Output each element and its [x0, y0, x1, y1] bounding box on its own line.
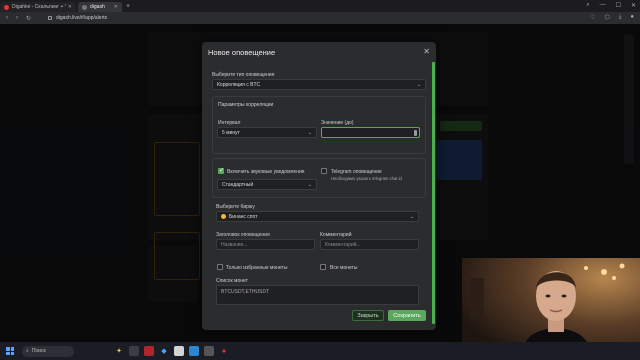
app-icon[interactable] — [204, 346, 214, 356]
toolbar-icons: ♡ ⬡ ⤓ ● — [590, 14, 634, 21]
telegram-note: Необходимо указать telegram chat id — [331, 176, 402, 181]
interval-label: Интервал — [218, 120, 241, 126]
search-icon: ⌕ — [26, 348, 29, 354]
address-bar: ‹ › ↻ digash.live/#/app/alerts ♡ ⬡ ⤓ ● — [0, 12, 640, 24]
value-label: Значение (до) — [321, 120, 354, 126]
minimize-icon[interactable]: — — [600, 2, 606, 9]
back-icon[interactable]: ‹ — [6, 15, 16, 21]
comment-input[interactable]: Комментарий... — [320, 239, 419, 250]
coin-list-value: BTCUSDT,ETHUSDT — [221, 289, 270, 295]
lock-icon — [48, 16, 52, 20]
correlation-heading: Параметры корреляции — [218, 102, 274, 108]
profile-icon[interactable]: ● — [630, 14, 634, 21]
taskbar: ⌕ Поиск ✦ ◆ ● — [0, 342, 640, 360]
alert-title-placeholder: Название... — [221, 241, 248, 248]
modal-scrollbar[interactable] — [432, 62, 435, 324]
copilot-icon[interactable]: ✦ — [114, 346, 124, 356]
download-icon[interactable]: ⤓ — [619, 14, 622, 21]
alert-type-select[interactable]: Корреляция с BTC ⌄ — [212, 79, 426, 90]
alert-type-value: Корреляция с BTC — [217, 81, 261, 88]
windows-start-icon[interactable] — [6, 347, 14, 355]
window-controls: ⌕ — ☐ ✕ — [586, 2, 636, 9]
sound-select-value: Стандартный — [222, 181, 254, 188]
exchange-label: Выберите биржу — [216, 204, 255, 210]
maximize-icon[interactable]: ☐ — [616, 2, 621, 9]
telegram-icon[interactable] — [189, 346, 199, 356]
alert-title-label: Заголовок оповещения — [216, 232, 270, 238]
opera-icon — [4, 4, 9, 10]
search-tabs-icon[interactable]: ⌕ — [586, 2, 589, 9]
notification-section: Включить звуковые уведомления Стандартны… — [212, 158, 426, 198]
extensions-icon[interactable]: ⬡ — [604, 14, 609, 21]
telegram-checkbox[interactable] — [321, 168, 327, 174]
browser-tab-0[interactable]: Digahke - Скальпинг + Y ✕ — [0, 2, 76, 12]
forward-icon[interactable]: › — [16, 15, 26, 21]
correlation-params-section: Параметры корреляции Интервал 5 минут ⌄ … — [212, 96, 426, 154]
opera-taskbar-icon[interactable] — [144, 346, 154, 356]
bookmark-icon[interactable]: ♡ — [590, 14, 595, 21]
taskbar-search[interactable]: ⌕ Поиск — [22, 345, 74, 357]
close-icon[interactable]: ✕ — [423, 47, 430, 56]
chevron-down-icon: ⌄ — [307, 129, 312, 136]
taskbar-search-label: Поиск — [31, 348, 46, 354]
reload-icon[interactable]: ↻ — [26, 15, 36, 22]
browser-tab-label: Digahke - Скальпинг + Y — [12, 4, 66, 10]
close-tab-icon[interactable]: ✕ — [68, 4, 72, 10]
modal-title: Новое оповещение — [208, 48, 276, 57]
value-input[interactable] — [321, 127, 420, 138]
chevron-down-icon: ⌄ — [307, 181, 312, 188]
files-icon[interactable] — [174, 346, 184, 356]
interval-select[interactable]: 5 минут ⌄ — [217, 127, 317, 138]
telegram-label: Telegram оповещение — [331, 169, 382, 175]
alert-type-label: Выберите тип оповещения — [212, 72, 275, 78]
browser-tab-bar: Digahke - Скальпинг + Y ✕ digash ✕ + ⌕ —… — [0, 0, 640, 12]
sound-label: Включить звуковые уведомления — [227, 169, 305, 175]
comment-label: Комментарий — [320, 232, 352, 238]
interval-value: 5 минут — [222, 129, 240, 136]
comment-placeholder: Комментарий... — [325, 241, 361, 248]
url-text: digash.live/#/app/alerts — [56, 15, 108, 21]
close-button[interactable]: Закрыть — [352, 310, 384, 321]
sound-select[interactable]: Стандартный ⌄ — [217, 179, 317, 190]
task-view-icon[interactable] — [129, 346, 139, 356]
alert-title-input[interactable]: Название... — [216, 239, 315, 250]
favorites-only-label: Только избранные монеты — [226, 265, 288, 271]
vscode-icon[interactable]: ◆ — [159, 346, 169, 356]
new-alert-modal: Новое оповещение ✕ Выберите тип оповещен… — [202, 42, 436, 330]
all-coins-checkbox[interactable] — [320, 264, 326, 270]
binance-icon — [221, 214, 226, 219]
save-button[interactable]: Сохранить — [388, 310, 426, 321]
coin-list-label: Список монет — [216, 278, 248, 284]
exchange-value: Бинанс спот — [229, 213, 258, 220]
browser-tab-1[interactable]: digash ✕ — [78, 2, 122, 12]
new-tab-icon[interactable]: + — [126, 3, 130, 10]
close-tab-icon[interactable]: ✕ — [114, 4, 118, 10]
exchange-select[interactable]: Бинанс спот ⌄ — [216, 211, 419, 222]
close-window-icon[interactable]: ✕ — [631, 2, 636, 9]
coin-list-textarea[interactable]: BTCUSDT,ETHUSDT — [216, 285, 419, 305]
chevron-down-icon: ⌄ — [409, 213, 414, 220]
all-coins-label: Все монеты — [330, 265, 358, 271]
url-field[interactable]: digash.live/#/app/alerts — [48, 14, 107, 23]
screen: Digahke - Скальпинг + Y ✕ digash ✕ + ⌕ —… — [0, 0, 640, 360]
sound-checkbox[interactable] — [218, 167, 224, 174]
record-icon[interactable]: ● — [219, 346, 229, 356]
site-favicon-icon — [82, 4, 87, 10]
browser-tab-label: digash — [90, 4, 105, 10]
stepper-icon[interactable] — [414, 130, 417, 136]
chevron-down-icon: ⌄ — [416, 81, 421, 88]
favorites-only-checkbox[interactable] — [217, 264, 223, 270]
